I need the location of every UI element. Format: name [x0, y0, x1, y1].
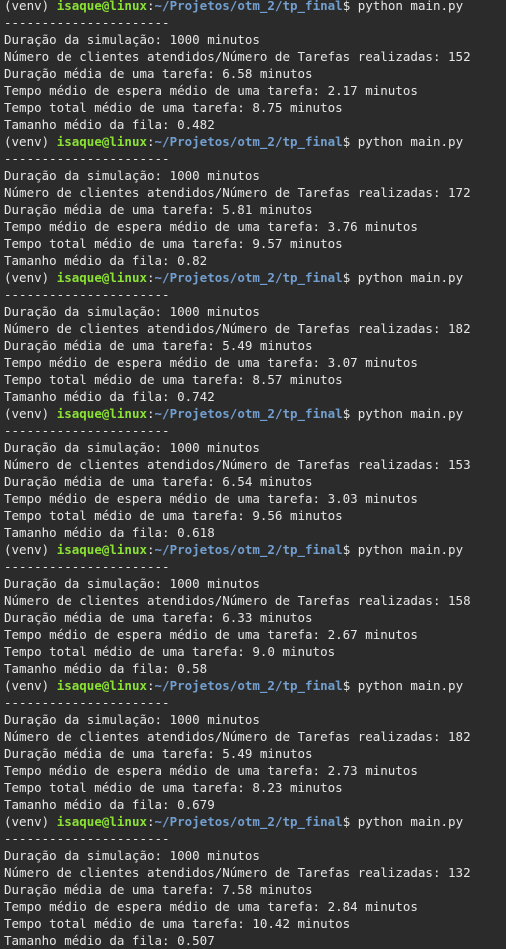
prompt-dollar: $ — [342, 270, 358, 285]
output-duration: Duração da simulação: 1000 minutos — [4, 848, 260, 863]
output-queue: Tamanho médio da fila: 0.507 — [4, 933, 215, 946]
prompt-dollar: $ — [342, 542, 358, 557]
prompt-user: isaque@linux — [56, 270, 147, 285]
prompt-path: ~/Projetos/otm_2/tp_final — [154, 406, 343, 421]
prompt-separator: : — [147, 814, 155, 829]
output-separator: ---------------------- — [4, 423, 170, 438]
prompt-line: (venv) isaque@linux:~/Projetos/otm_2/tp_… — [4, 0, 506, 14]
output-avg-wait: Tempo médio de espera médio de uma taref… — [4, 627, 418, 642]
output-avg-total: Tempo total médio de uma tarefa: 9.56 mi… — [4, 508, 343, 523]
prompt-command: python main.py — [357, 814, 464, 829]
prompt-command: python main.py — [357, 406, 464, 421]
prompt-separator: : — [147, 678, 155, 693]
venv-label: (venv) — [4, 814, 57, 829]
prompt-command: python main.py — [357, 678, 464, 693]
prompt-separator: : — [147, 134, 155, 149]
output-avg-total: Tempo total médio de uma tarefa: 8.75 mi… — [4, 100, 343, 115]
output-avg-task: Duração média de uma tarefa: 6.54 minuto… — [4, 474, 313, 489]
prompt-line: (venv) isaque@linux:~/Projetos/otm_2/tp_… — [4, 133, 506, 150]
output-separator: ---------------------- — [4, 831, 170, 846]
output-queue: Tamanho médio da fila: 0.618 — [4, 525, 215, 540]
output-duration: Duração da simulação: 1000 minutos — [4, 576, 260, 591]
output-clients: Número de clientes atendidos/Número de T… — [4, 321, 471, 336]
output-separator: ---------------------- — [4, 287, 170, 302]
output-clients: Número de clientes atendidos/Número de T… — [4, 729, 471, 744]
output-avg-total: Tempo total médio de uma tarefa: 8.23 mi… — [4, 780, 343, 795]
prompt-dollar: $ — [342, 814, 358, 829]
prompt-path: ~/Projetos/otm_2/tp_final — [154, 134, 343, 149]
prompt-user: isaque@linux — [56, 814, 147, 829]
output-duration: Duração da simulação: 1000 minutos — [4, 712, 260, 727]
output-avg-wait: Tempo médio de espera médio de uma taref… — [4, 491, 418, 506]
output-duration: Duração da simulação: 1000 minutos — [4, 440, 260, 455]
output-avg-wait: Tempo médio de espera médio de uma taref… — [4, 763, 418, 778]
output-avg-wait: Tempo médio de espera médio de uma taref… — [4, 83, 418, 98]
prompt-line: (venv) isaque@linux:~/Projetos/otm_2/tp_… — [4, 405, 506, 422]
output-clients: Número de clientes atendidos/Número de T… — [4, 865, 471, 880]
venv-label: (venv) — [4, 0, 57, 13]
prompt-line: (venv) isaque@linux:~/Projetos/otm_2/tp_… — [4, 269, 506, 286]
prompt-user: isaque@linux — [56, 542, 147, 557]
venv-label: (venv) — [4, 678, 57, 693]
output-avg-total: Tempo total médio de uma tarefa: 9.0 min… — [4, 644, 336, 659]
prompt-path: ~/Projetos/otm_2/tp_final — [154, 270, 343, 285]
output-separator: ---------------------- — [4, 559, 170, 574]
terminal-output[interactable]: (venv) isaque@linux:~/Projetos/otm_2/tp_… — [0, 0, 506, 946]
output-avg-total: Tempo total médio de uma tarefa: 8.57 mi… — [4, 372, 343, 387]
prompt-dollar: $ — [342, 678, 358, 693]
output-avg-wait: Tempo médio de espera médio de uma taref… — [4, 219, 418, 234]
output-queue: Tamanho médio da fila: 0.679 — [4, 797, 215, 812]
prompt-separator: : — [147, 406, 155, 421]
output-queue: Tamanho médio da fila: 0.82 — [4, 253, 208, 268]
prompt-dollar: $ — [342, 406, 358, 421]
output-avg-task: Duração média de uma tarefa: 6.58 minuto… — [4, 66, 313, 81]
prompt-command: python main.py — [357, 0, 464, 13]
prompt-line: (venv) isaque@linux:~/Projetos/otm_2/tp_… — [4, 813, 506, 830]
output-avg-wait: Tempo médio de espera médio de uma taref… — [4, 355, 418, 370]
output-duration: Duração da simulação: 1000 minutos — [4, 32, 260, 47]
output-avg-total: Tempo total médio de uma tarefa: 9.57 mi… — [4, 236, 343, 251]
prompt-user: isaque@linux — [56, 406, 147, 421]
output-avg-task: Duração média de uma tarefa: 5.49 minuto… — [4, 746, 313, 761]
prompt-line: (venv) isaque@linux:~/Projetos/otm_2/tp_… — [4, 541, 506, 558]
output-clients: Número de clientes atendidos/Número de T… — [4, 593, 471, 608]
prompt-command: python main.py — [357, 542, 464, 557]
output-avg-task: Duração média de uma tarefa: 5.81 minuto… — [4, 202, 313, 217]
output-duration: Duração da simulação: 1000 minutos — [4, 168, 260, 183]
output-avg-task: Duração média de uma tarefa: 6.33 minuto… — [4, 610, 313, 625]
output-clients: Número de clientes atendidos/Número de T… — [4, 49, 471, 64]
output-queue: Tamanho médio da fila: 0.482 — [4, 117, 215, 132]
prompt-separator: : — [147, 0, 155, 13]
output-duration: Duração da simulação: 1000 minutos — [4, 304, 260, 319]
prompt-command: python main.py — [357, 270, 464, 285]
output-avg-total: Tempo total médio de uma tarefa: 10.42 m… — [4, 916, 351, 931]
prompt-path: ~/Projetos/otm_2/tp_final — [154, 814, 343, 829]
prompt-user: isaque@linux — [56, 678, 147, 693]
output-separator: ---------------------- — [4, 151, 170, 166]
prompt-path: ~/Projetos/otm_2/tp_final — [154, 0, 343, 13]
output-avg-task: Duração média de uma tarefa: 5.49 minuto… — [4, 338, 313, 353]
output-avg-task: Duração média de uma tarefa: 7.58 minuto… — [4, 882, 313, 897]
venv-label: (venv) — [4, 406, 57, 421]
venv-label: (venv) — [4, 542, 57, 557]
prompt-path: ~/Projetos/otm_2/tp_final — [154, 542, 343, 557]
prompt-dollar: $ — [342, 134, 358, 149]
prompt-line: (venv) isaque@linux:~/Projetos/otm_2/tp_… — [4, 677, 506, 694]
output-queue: Tamanho médio da fila: 0.742 — [4, 389, 215, 404]
venv-label: (venv) — [4, 270, 57, 285]
prompt-command: python main.py — [357, 134, 464, 149]
prompt-path: ~/Projetos/otm_2/tp_final — [154, 678, 343, 693]
prompt-user: isaque@linux — [56, 134, 147, 149]
venv-label: (venv) — [4, 134, 57, 149]
output-avg-wait: Tempo médio de espera médio de uma taref… — [4, 899, 418, 914]
prompt-separator: : — [147, 542, 155, 557]
prompt-dollar: $ — [342, 0, 358, 13]
prompt-user: isaque@linux — [56, 0, 147, 13]
output-separator: ---------------------- — [4, 15, 170, 30]
output-separator: ---------------------- — [4, 695, 170, 710]
output-queue: Tamanho médio da fila: 0.58 — [4, 661, 208, 676]
output-clients: Número de clientes atendidos/Número de T… — [4, 185, 471, 200]
prompt-separator: : — [147, 270, 155, 285]
output-clients: Número de clientes atendidos/Número de T… — [4, 457, 471, 472]
